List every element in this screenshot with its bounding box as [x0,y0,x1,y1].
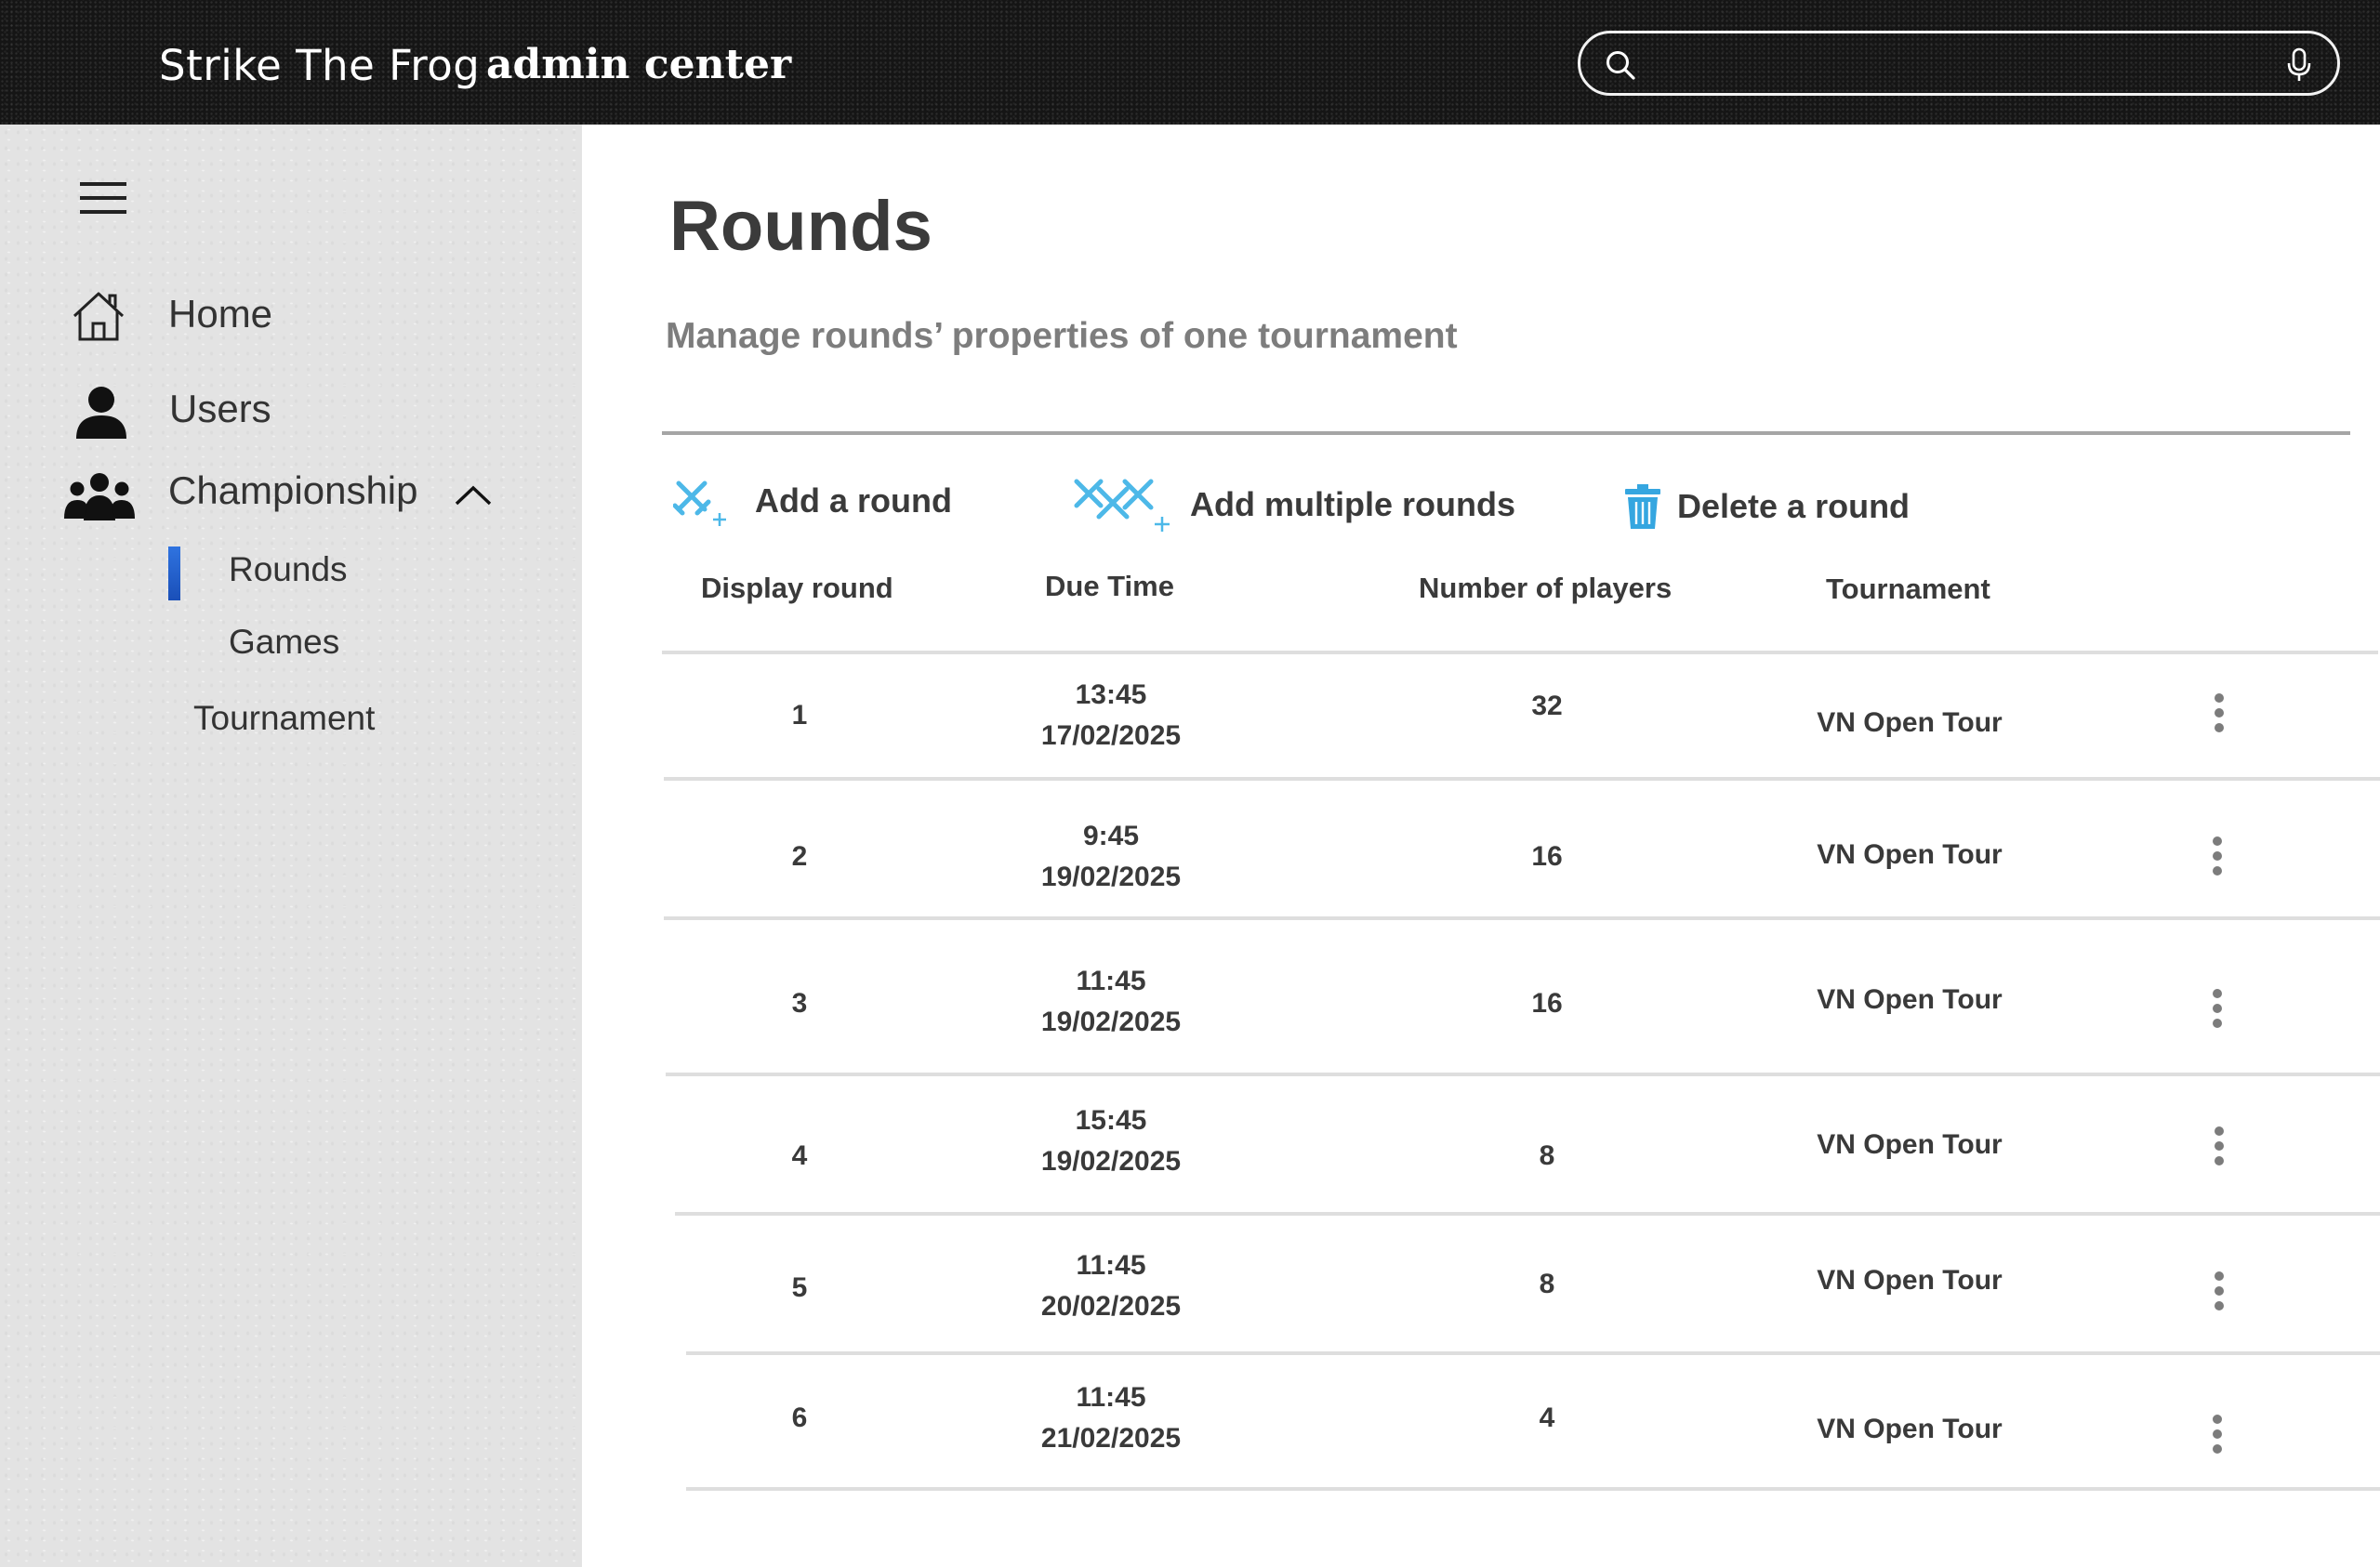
add-multiple-rounds-button[interactable]: Add multiple rounds [1073,474,1528,535]
cell-tournament: VN Open Tour [1817,1129,2003,1160]
cell-round: 4 [791,1140,808,1171]
sidebar-subitem-label: Rounds [229,550,348,588]
row-divider [664,777,2380,781]
cell-due-time: 13:45 [1075,679,1147,710]
search-input[interactable] [1655,43,2254,86]
add-multiple-rounds-label: Add multiple rounds [1190,485,1515,523]
cell-due-time: 15:45 [1075,1105,1147,1136]
row-more-options-icon[interactable] [2205,1126,2233,1171]
column-header-number-of-players[interactable]: Number of players [1419,572,1672,605]
chevron-up-icon[interactable] [454,483,493,507]
delete-round-button[interactable]: Delete a round [1623,481,1939,537]
cell-due-date: 17/02/2025 [1040,720,1182,751]
cell-round: 2 [791,841,808,872]
sidebar: Home Users Championship Rounds Games Tou… [0,125,582,1567]
search-icon[interactable] [1605,49,1636,81]
cell-players: 8 [1539,1269,1555,1299]
cell-due-date: 19/02/2025 [1040,1146,1182,1177]
active-indicator [168,546,180,600]
row-more-options-icon[interactable] [2203,1415,2231,1459]
cell-players: 4 [1539,1402,1555,1433]
cell-due-time: 11:45 [1076,966,1146,996]
home-icon [73,292,125,341]
brand-name[interactable]: Strike The Frog [159,41,480,90]
cell-round: 5 [791,1272,808,1303]
cell-due-time: 11:45 [1076,1382,1146,1413]
cell-tournament: VN Open Tour [1817,1265,2003,1296]
cell-players: 16 [1531,841,1563,872]
crossed-swords-add-icon [673,481,726,526]
divider [662,431,2350,435]
cell-players: 32 [1531,691,1563,721]
cell-tournament: VN Open Tour [1817,1414,2003,1444]
cell-tournament: VN Open Tour [1817,984,2003,1015]
column-header-tournament[interactable]: Tournament [1826,573,1990,606]
sidebar-item-label: Tournament [193,699,376,737]
row-divider [664,916,2380,920]
row-more-options-icon[interactable] [2205,693,2233,738]
cell-due-date: 21/02/2025 [1040,1423,1182,1454]
brand-subtitle: admin center [486,41,792,88]
add-round-label: Add a round [755,481,952,520]
hamburger-menu-icon[interactable] [80,180,128,216]
sidebar-item-label: Home [168,292,273,336]
cell-players: 8 [1539,1140,1555,1171]
row-divider [686,1487,2380,1491]
row-more-options-icon[interactable] [2203,836,2231,881]
microphone-icon[interactable] [2285,47,2313,83]
search-bar[interactable] [1578,31,2340,96]
cell-round: 6 [791,1402,808,1433]
row-more-options-icon[interactable] [2205,1271,2233,1316]
sidebar-item-label: Championship [168,468,418,512]
row-more-options-icon[interactable] [2203,989,2231,1034]
sidebar-subitem-label: Games [229,623,340,661]
group-icon [64,473,135,520]
delete-round-label: Delete a round [1677,487,1911,525]
cell-players: 16 [1531,988,1563,1019]
row-divider [666,1073,2380,1076]
cell-due-date: 20/02/2025 [1040,1291,1182,1322]
page-title: Rounds [669,187,932,266]
cell-tournament: VN Open Tour [1817,707,2003,738]
row-divider [686,1351,2380,1355]
page-subtitle: Manage rounds’ properties of one tournam… [666,316,1458,356]
multiple-swords-add-icon [1074,479,1170,532]
top-bar: Strike The Frog admin center [0,0,2380,125]
cell-due-time: 9:45 [1082,821,1140,851]
cell-round: 3 [791,988,808,1019]
trash-icon [1625,484,1660,529]
cell-due-date: 19/02/2025 [1040,862,1182,892]
cell-due-time: 11:45 [1076,1250,1146,1281]
cell-round: 1 [791,700,808,731]
row-divider [662,651,2378,654]
row-divider [675,1212,2380,1216]
cell-due-date: 19/02/2025 [1040,1007,1182,1037]
cell-tournament: VN Open Tour [1817,839,2003,870]
column-header-due-time[interactable]: Due Time [1045,570,1174,603]
add-round-button[interactable]: Add a round [673,474,971,530]
user-icon [76,387,126,439]
sidebar-item-label: Users [169,387,271,430]
column-header-display-round[interactable]: Display round [701,572,893,605]
